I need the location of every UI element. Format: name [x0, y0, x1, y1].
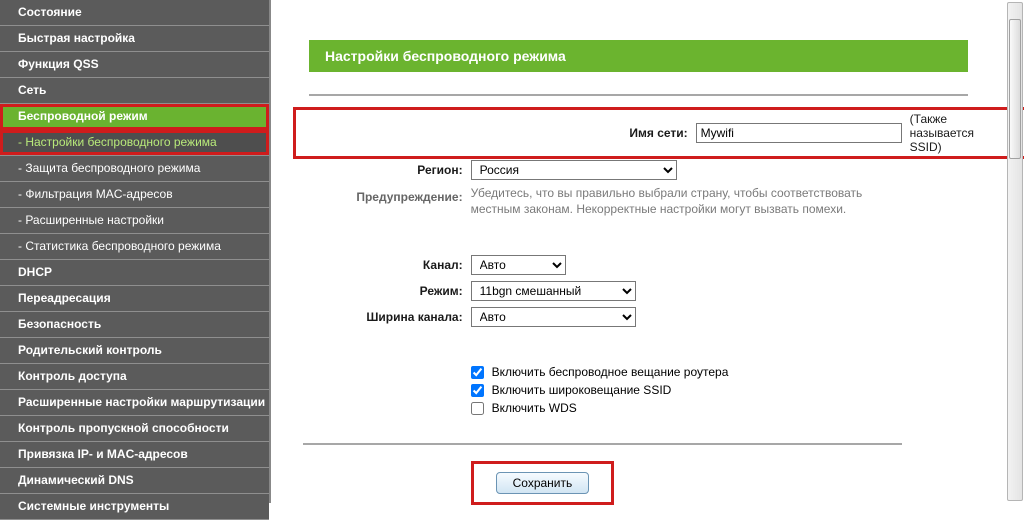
scrollbar-thumb[interactable] — [1009, 19, 1021, 159]
width-select[interactable]: Авто — [471, 307, 636, 327]
sidebar-item-network[interactable]: Сеть — [0, 78, 269, 104]
channel-select[interactable]: Авто — [471, 255, 566, 275]
sidebar-item-wireless-security[interactable]: - Защита беспроводного режима — [0, 156, 269, 182]
sidebar-item-qss[interactable]: Функция QSS — [0, 52, 269, 78]
mode-select[interactable]: 11bgn смешанный — [471, 281, 636, 301]
enable-wds-label: Включить WDS — [492, 401, 577, 415]
sidebar: Состояние Быстрая настройка Функция QSS … — [0, 0, 269, 503]
sidebar-item-ddns[interactable]: Динамический DNS — [0, 468, 269, 494]
sidebar-item-ip-mac-binding[interactable]: Привязка IP- и MAC-адресов — [0, 442, 269, 468]
sidebar-item-security[interactable]: Безопасность — [0, 312, 269, 338]
enable-ssid-checkbox[interactable] — [471, 384, 484, 397]
enable-radio-label: Включить беспроводное вещание роутера — [492, 365, 729, 379]
enable-wds-checkbox[interactable] — [471, 402, 484, 415]
sidebar-item-wireless-advanced[interactable]: - Расширенные настройки — [0, 208, 269, 234]
channel-label: Канал: — [299, 253, 467, 277]
sidebar-item-wireless-stats[interactable]: - Статистика беспроводного режима — [0, 234, 269, 260]
vertical-scrollbar[interactable] — [1007, 2, 1023, 501]
warning-label: Предупреждение: — [299, 184, 467, 219]
sidebar-item-dhcp[interactable]: DHCP — [0, 260, 269, 286]
enable-ssid-label: Включить широковещание SSID — [492, 383, 672, 397]
sidebar-item-parental-control[interactable]: Родительский контроль — [0, 338, 269, 364]
sidebar-item-status[interactable]: Состояние — [0, 0, 269, 26]
enable-radio-checkbox[interactable] — [471, 366, 484, 379]
sidebar-item-mac-filtering[interactable]: - Фильтрация MAC-адресов — [0, 182, 269, 208]
divider — [309, 94, 968, 96]
sidebar-item-forwarding[interactable]: Переадресация — [0, 286, 269, 312]
sidebar-item-wireless-settings[interactable]: - Настройки беспроводного режима — [0, 130, 269, 156]
ssid-input[interactable] — [696, 123, 902, 143]
width-label: Ширина канала: — [299, 305, 467, 329]
save-button[interactable]: Сохранить — [496, 472, 590, 494]
region-select[interactable]: Россия — [471, 160, 677, 180]
warning-text: Убедитесь, что вы правильно выбрали стра… — [467, 184, 906, 219]
main-panel: Настройки беспроводного режима Имя сети:… — [269, 0, 1024, 503]
sidebar-item-bandwidth-control[interactable]: Контроль пропускной способности — [0, 416, 269, 442]
save-highlight: Сохранить — [471, 461, 615, 505]
sidebar-item-system-tools[interactable]: Системные инструменты — [0, 494, 269, 520]
ssid-note: (Также называется SSID) — [906, 110, 978, 156]
region-label: Регион: — [299, 158, 467, 182]
sidebar-item-access-control[interactable]: Контроль доступа — [0, 364, 269, 390]
mode-label: Режим: — [299, 279, 467, 303]
page-title: Настройки беспроводного режима — [309, 40, 968, 72]
sidebar-item-adv-routing[interactable]: Расширенные настройки маршрутизации — [0, 390, 269, 416]
sidebar-item-quick-setup[interactable]: Быстрая настройка — [0, 26, 269, 52]
ssid-label: Имя сети: — [467, 110, 692, 156]
sidebar-item-wireless[interactable]: Беспроводной режим — [0, 104, 269, 130]
